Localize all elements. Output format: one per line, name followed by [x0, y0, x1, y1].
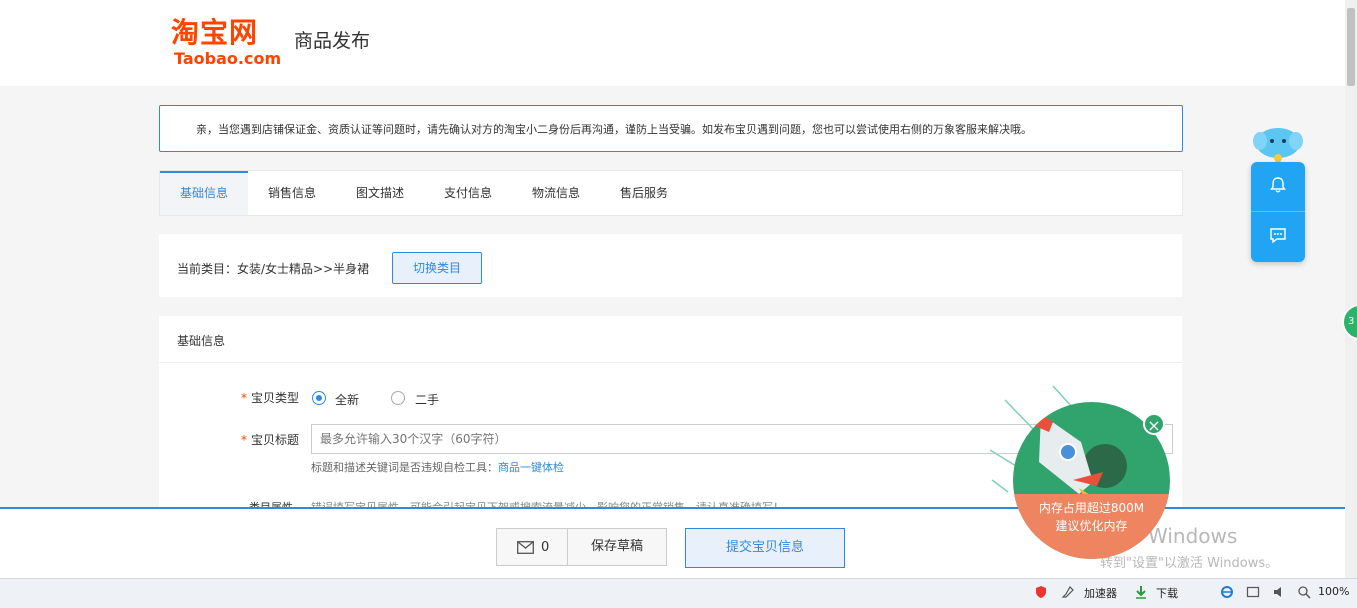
- notice-text: 亲，当您遇到店铺保证金、资质认证等问题时，请先确认对方的淘宝小二身份后再沟通，谨…: [196, 123, 1032, 136]
- chat-icon[interactable]: [1269, 226, 1287, 247]
- page-header: 淘宝网 Taobao.com 商品发布: [0, 0, 1345, 86]
- taskbar: 加速器 下载 100%: [0, 578, 1357, 608]
- side-service-panel: [1251, 162, 1305, 262]
- divider: [159, 362, 1182, 363]
- memory-warning-popup: 内存占用超过800M 建议优化内存 ×: [990, 380, 1180, 580]
- tab-basic-info[interactable]: 基础信息: [160, 171, 248, 215]
- divider: [1251, 211, 1305, 212]
- download-label[interactable]: 下载: [1156, 585, 1178, 601]
- item-type-label-text: 宝贝类型: [250, 391, 299, 405]
- radio-used-label[interactable]: 二手: [415, 391, 439, 408]
- item-type-label: * 宝贝类型: [159, 389, 299, 406]
- radio-new[interactable]: [312, 391, 326, 405]
- vertical-scrollbar[interactable]: [1345, 0, 1357, 578]
- item-title-label: * 宝贝标题: [159, 431, 299, 448]
- tab-sales-info[interactable]: 销售信息: [248, 171, 336, 215]
- switch-category-button[interactable]: 切换类目: [392, 252, 482, 284]
- submit-item-button[interactable]: 提交宝贝信息: [685, 528, 845, 568]
- scrollbar-thumb[interactable]: [1347, 8, 1355, 86]
- taobao-logo[interactable]: 淘宝网: [171, 16, 258, 50]
- rocket-tray-icon[interactable]: [1061, 585, 1075, 602]
- zoom-level[interactable]: 100%: [1318, 585, 1349, 598]
- title-hint: 标题和描述关键词是否违规自检工具：商品一键体检: [311, 459, 564, 475]
- hint-text: 标题和描述关键词是否违规自检工具：: [311, 461, 498, 474]
- accelerator-label[interactable]: 加速器: [1084, 585, 1117, 601]
- speaker-icon[interactable]: [1272, 585, 1286, 602]
- radio-used[interactable]: [391, 391, 405, 405]
- ie-icon[interactable]: [1220, 585, 1234, 602]
- taobao-logo-en[interactable]: Taobao.com: [174, 50, 281, 68]
- required-mark: *: [240, 391, 247, 405]
- bell-icon[interactable]: [1269, 176, 1287, 197]
- page-title: 商品发布: [294, 30, 371, 52]
- shield-icon[interactable]: [1034, 585, 1048, 602]
- item-title-label-text: 宝贝标题: [250, 433, 299, 447]
- window-icon[interactable]: [1246, 585, 1260, 602]
- required-mark: *: [240, 433, 247, 447]
- notice-banner: 亲，当您遇到店铺保证金、资质认证等问题时，请先确认对方的淘宝小二身份后再沟通，谨…: [159, 105, 1183, 152]
- download-icon[interactable]: [1134, 585, 1148, 602]
- message-count: 0: [541, 540, 550, 555]
- category-panel: 当前类目：女装/女士精品>>半身裙 切换类目: [159, 234, 1182, 297]
- close-icon[interactable]: ×: [1143, 413, 1165, 435]
- tab-after-sales[interactable]: 售后服务: [600, 171, 688, 215]
- radio-new-label[interactable]: 全新: [335, 391, 359, 408]
- popup-line2: 建议优化内存: [1055, 519, 1128, 533]
- item-check-link[interactable]: 商品一键体检: [498, 461, 564, 474]
- tab-logistics-info[interactable]: 物流信息: [512, 171, 600, 215]
- tab-description[interactable]: 图文描述: [336, 171, 424, 215]
- message-button[interactable]: 0: [496, 528, 568, 566]
- tab-payment-info[interactable]: 支付信息: [424, 171, 512, 215]
- zoom-icon[interactable]: [1297, 585, 1311, 602]
- popup-line1: 内存占用超过800M: [1038, 501, 1145, 515]
- section-title: 基础信息: [177, 334, 226, 348]
- save-draft-button[interactable]: 保存草稿: [567, 528, 667, 566]
- current-category: 当前类目：女装/女士精品>>半身裙: [177, 262, 370, 276]
- mail-icon: [517, 541, 534, 557]
- mascot-elephant-icon[interactable]: [1252, 125, 1304, 165]
- section-tabs: 基础信息 销售信息 图文描述 支付信息 物流信息 售后服务: [159, 170, 1183, 216]
